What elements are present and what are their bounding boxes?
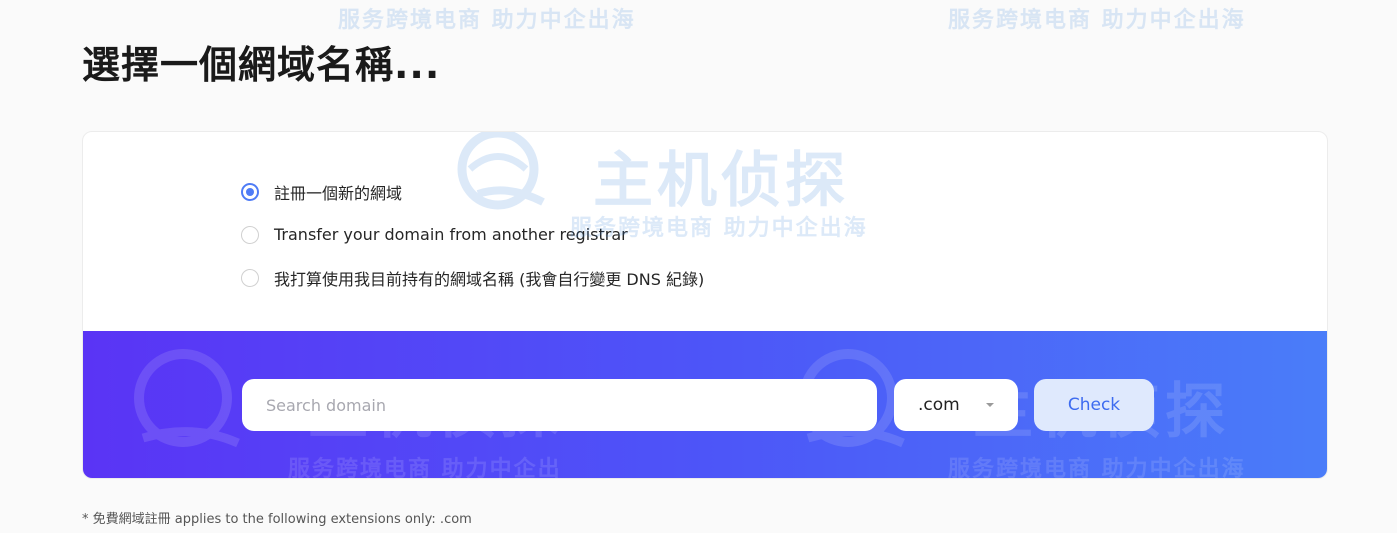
search-domain-input[interactable] [242,379,877,431]
radio-own-domain[interactable] [241,268,259,287]
domain-card: 註冊一個新的網域 Transfer your domain from anoth… [82,131,1328,479]
check-button[interactable]: Check [1034,379,1154,431]
radio-transfer[interactable] [241,225,259,244]
option-register-label: 註冊一個新的網域 [274,183,403,203]
option-own-domain[interactable]: 我打算使用我目前持有的網域名稱 (我會自行變更 DNS 紀錄) [241,256,704,299]
watermark-top-right: 服务跨境电商 助力中企出海 [948,8,1246,33]
radio-register[interactable] [241,182,259,201]
option-transfer[interactable]: Transfer your domain from another regist… [241,213,704,256]
footnote: * 免費網域註冊 applies to the following extens… [82,512,472,527]
search-band: 主机侦探 服务跨境电商 助力中企出海 主机侦探 服务跨境电商 助力中企出海 .c… [83,331,1327,478]
globe-logo-icon [134,349,240,448]
domain-options: 註冊一個新的網域 Transfer your domain from anoth… [241,170,704,299]
watermark-top-left: 服务跨境电商 助力中企出海 [338,8,636,33]
option-register[interactable]: 註冊一個新的網域 [241,170,704,213]
caret-down-icon [986,403,994,407]
tld-selected-value: .com [918,395,960,415]
page: 服务跨境电商 助力中企出海 服务跨境电商 助力中企出海 選擇一個網域名稱... … [0,0,1397,533]
tld-select[interactable]: .com [894,379,1018,431]
option-transfer-label: Transfer your domain from another regist… [274,225,628,244]
option-own-domain-label: 我打算使用我目前持有的網域名稱 (我會自行變更 DNS 紀錄) [274,269,705,289]
page-title: 選擇一個網域名稱... [82,43,441,87]
